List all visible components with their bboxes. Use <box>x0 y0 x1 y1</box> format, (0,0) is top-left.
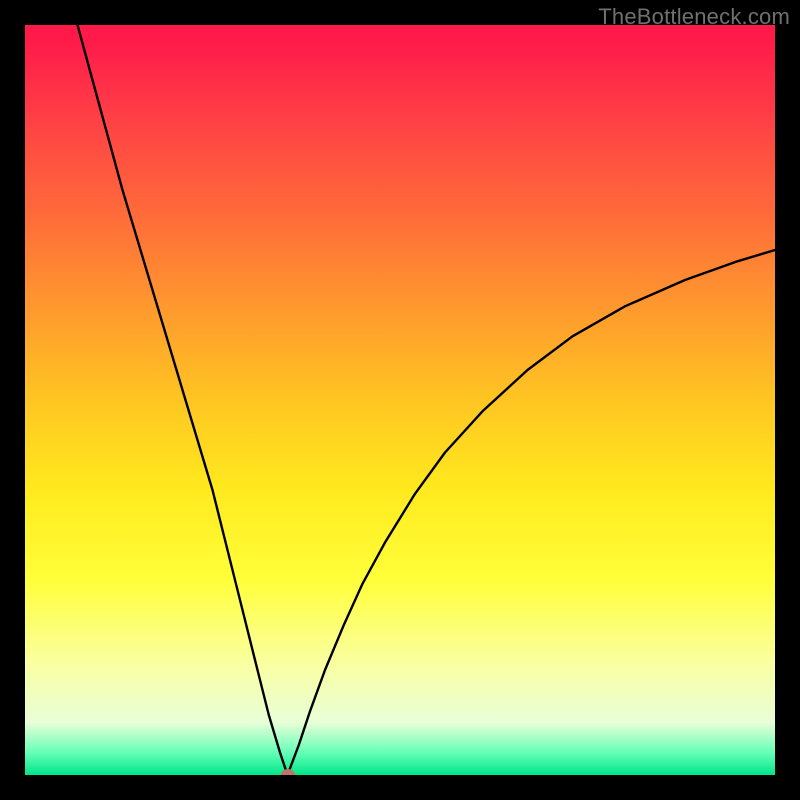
chart-frame: TheBottleneck.com <box>0 0 800 800</box>
watermark-text: TheBottleneck.com <box>598 4 790 30</box>
bottleneck-curve <box>25 25 775 775</box>
bottleneck-marker <box>281 769 295 775</box>
plot-area <box>25 25 775 775</box>
